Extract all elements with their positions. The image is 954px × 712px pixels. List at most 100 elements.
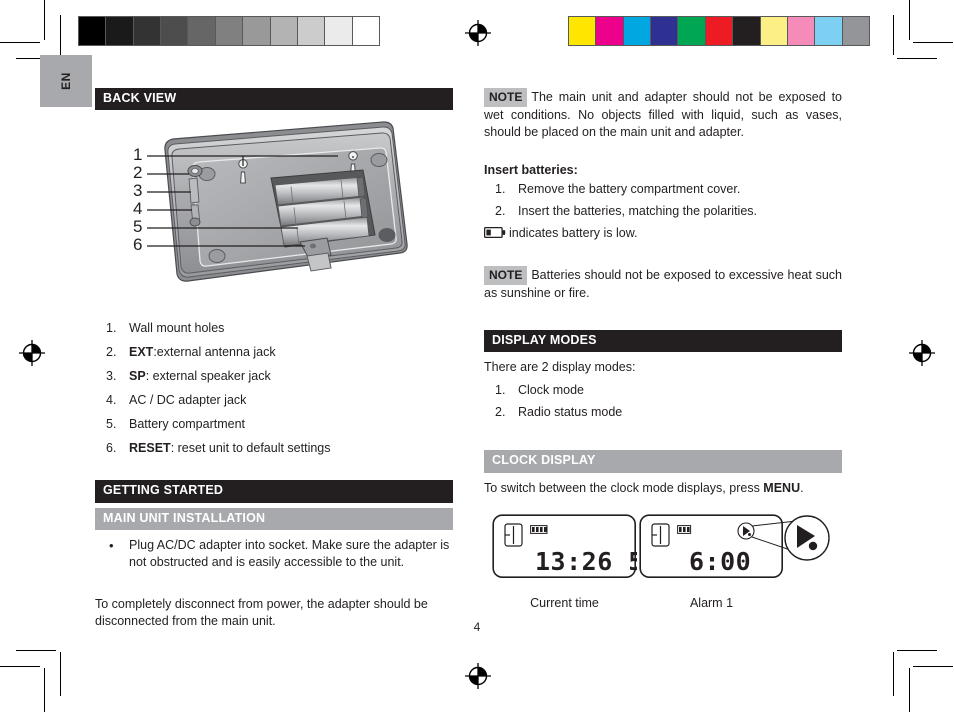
color-swatch-4 (678, 17, 706, 45)
list-text: :external antenna jack (153, 345, 276, 359)
color-swatch-7 (760, 17, 788, 45)
note-text: Batteries should not be exposed to exces… (484, 267, 842, 300)
grayscale-swatch-7 (270, 17, 298, 45)
list-marker: 1. (495, 382, 506, 397)
menu-key-label: MENU (763, 480, 801, 495)
list-item: 5. Battery compartment (95, 416, 453, 433)
grayscale-swatch-5 (215, 17, 244, 45)
list-item: 2. Radio status mode (484, 404, 842, 421)
registration-target-bottom (465, 663, 491, 689)
grayscale-swatch-10 (352, 17, 379, 45)
color-swatch-2 (623, 17, 652, 45)
clock-display-instruction: To switch between the clock mode display… (484, 480, 842, 497)
section-header-back-view: BACK VIEW (95, 88, 453, 111)
callout-number-6: 6 (133, 235, 143, 255)
callout-number-3: 3 (133, 181, 143, 201)
crop-mark-top-right-h (913, 42, 953, 43)
crop-mark-inner-right-h (897, 58, 937, 59)
list-text: Wall mount holes (129, 321, 225, 336)
lcd-screen-current-time: 13:26 50 (492, 514, 659, 579)
display-modes-intro: There are 2 display modes: (484, 359, 636, 374)
note-badge: NOTE (484, 88, 528, 108)
color-swatch-0 (569, 17, 597, 45)
alarm-bell-icon-magnified (784, 515, 830, 562)
callout-number-5: 5 (133, 217, 143, 237)
list-marker: 3. (106, 368, 117, 383)
list-text: Clock mode (518, 382, 584, 397)
lcd-caption-current-time: Current time (530, 596, 599, 611)
list-item: 1. Wall mount holes (95, 320, 453, 337)
callout-number-4: 4 (133, 199, 143, 219)
list-item: 1. Remove the battery compartment cover. (484, 181, 842, 198)
list-marker: 5. (106, 416, 117, 431)
grayscale-swatch-9 (325, 17, 353, 45)
color-swatch-1 (596, 17, 624, 45)
subsection-header-clock-display: CLOCK DISPLAY (484, 450, 842, 473)
callout-number-2: 2 (133, 163, 143, 183)
page-number: 4 (473, 620, 481, 634)
color-calibration-strip (568, 16, 870, 46)
crop-mark-inner-right-v (893, 15, 894, 55)
note-heat: NOTE Batteries should not be exposed to e… (484, 265, 842, 302)
crop-mark-bottom-right-v (909, 668, 910, 712)
crop-mark-binner-right-v (893, 652, 894, 696)
list-text: Battery compartment (129, 416, 246, 431)
list-item: 1. Clock mode (484, 382, 842, 399)
color-swatch-6 (733, 17, 761, 45)
lcd-caption-alarm-1: Alarm 1 (689, 596, 734, 611)
list-marker: 2. (106, 345, 117, 359)
note-text: The main unit and adapter should not be … (484, 90, 842, 140)
insert-batteries-heading: Insert batteries: (484, 162, 578, 177)
manual-page: EN BACK VIEW 1 2 3 4 5 6 1. Wall mount h… (0, 0, 954, 712)
list-text: AC / DC adapter jack (129, 392, 247, 407)
note-badge: NOTE (484, 265, 528, 285)
installation-bullet-list: • Plug AC/DC adapter into socket. Make s… (95, 537, 453, 571)
list-text: Plug AC/DC adapter into socket. Make sur… (129, 537, 450, 569)
list-text: : external speaker jack (145, 368, 271, 383)
lcd-figure-alarm-1: 6:00 Alarm 1 (639, 514, 834, 610)
list-marker: 1. (495, 181, 506, 196)
crop-mark-bottom-left-h (0, 666, 40, 667)
list-term: EXT (129, 345, 154, 359)
grayscale-swatch-3 (161, 17, 189, 45)
clock-display-figures: 13:26 50 Current time (484, 514, 842, 614)
list-text: Insert the batteries, matching the polar… (518, 203, 758, 218)
list-item: • Plug AC/DC adapter into socket. Make s… (95, 537, 453, 571)
color-swatch-5 (705, 17, 734, 45)
registration-target-top (465, 20, 491, 46)
low-battery-text: indicates battery is low. (509, 225, 638, 240)
callout-number-1: 1 (133, 145, 143, 165)
list-term: RESET (129, 440, 171, 455)
crop-mark-top-left-v (44, 0, 45, 40)
list-item: 4. AC / DC adapter jack (95, 392, 453, 409)
grayscale-swatch-2 (133, 17, 162, 45)
crop-mark-binner-left-h (16, 650, 56, 651)
list-text: Radio status mode (518, 404, 623, 419)
insert-batteries-list: 1. Remove the battery compartment cover.… (484, 181, 842, 220)
grayscale-swatch-0 (79, 17, 107, 45)
registration-target-left (19, 340, 45, 366)
color-swatch-10 (842, 17, 869, 45)
left-column: BACK VIEW 1 2 3 4 5 6 1. Wall mount hole… (95, 88, 453, 630)
section-header-getting-started: GETTING STARTED (95, 480, 453, 503)
color-swatch-9 (815, 17, 843, 45)
crop-mark-bottom-right-h (913, 666, 953, 667)
back-view-illustration: 1 2 3 4 5 6 (95, 116, 453, 306)
language-tab-en: EN (40, 55, 92, 107)
note-wet-conditions: NOTE The main unit and adapter should not… (484, 88, 842, 141)
section-header-display-modes: DISPLAY MODES (484, 329, 842, 352)
list-item: 2. EXT:external antenna jack (95, 344, 453, 361)
lcd-time-value: 13:26 50 (535, 547, 637, 576)
registration-target-right (909, 340, 935, 366)
crop-mark-inner-left-v (60, 15, 61, 55)
list-marker: 4. (106, 392, 117, 407)
subsection-header-main-unit-installation: MAIN UNIT INSTALLATION (95, 507, 453, 530)
list-term: SP (129, 368, 146, 383)
display-modes-list: 1. Clock mode 2. Radio status mode (484, 382, 842, 421)
language-tab-label: EN (58, 72, 73, 90)
battery-compartment (270, 169, 376, 248)
list-text: Remove the battery compartment cover. (518, 181, 741, 196)
lcd-figure-current-time: 13:26 50 Current time (492, 514, 659, 610)
grayscale-swatch-1 (106, 17, 134, 45)
list-item: 3. SP: external speaker jack (95, 368, 453, 385)
